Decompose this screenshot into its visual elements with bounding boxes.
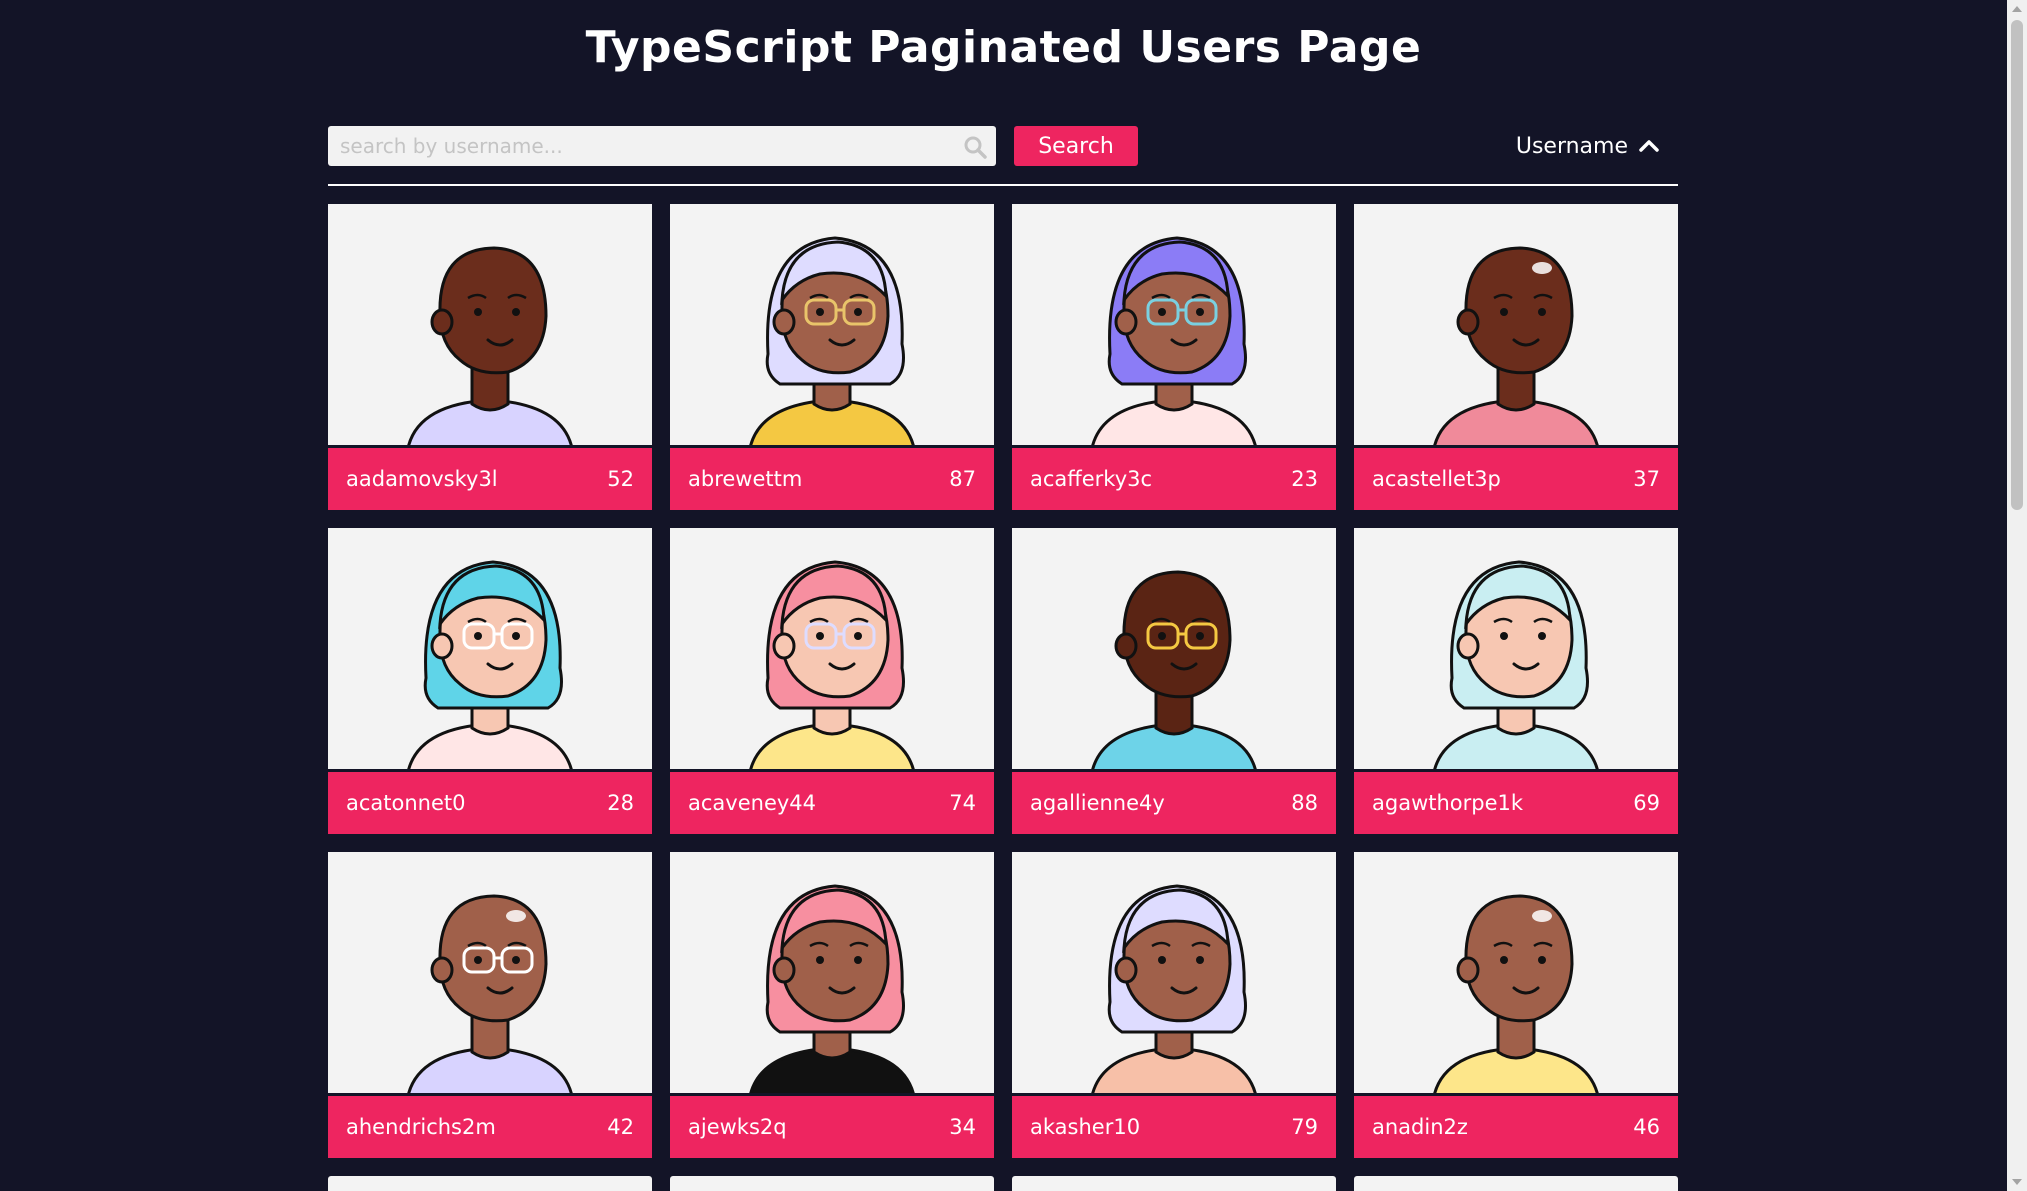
user-count: 46 [1633, 1115, 1660, 1139]
user-card[interactable]: akasher10 79 [1012, 852, 1336, 1158]
user-count: 37 [1633, 467, 1660, 491]
user-card[interactable]: acatonnet0 28 [328, 528, 652, 834]
username: acatonnet0 [346, 791, 466, 815]
user-card-footer: anadin2z 46 [1354, 1096, 1678, 1158]
user-count: 42 [607, 1115, 634, 1139]
card-partial[interactable] [328, 1176, 652, 1191]
card-partial[interactable] [1012, 1176, 1336, 1191]
user-card-footer: agallienne4y 88 [1012, 772, 1336, 834]
card-partial[interactable] [670, 1176, 994, 1191]
avatar-illustration [749, 560, 915, 769]
username: acafferky3c [1030, 467, 1153, 491]
username: anadin2z [1372, 1115, 1468, 1139]
avatar-illustration [1433, 894, 1599, 1093]
avatar-illustration [1091, 570, 1257, 769]
scroll-down-arrow[interactable] [2012, 1179, 2022, 1185]
user-card[interactable]: acastellet3p 37 [1354, 204, 1678, 510]
user-count: 74 [949, 791, 976, 815]
scroll-up-arrow[interactable] [2012, 6, 2022, 12]
user-count: 28 [607, 791, 634, 815]
user-card-footer: abrewettm 87 [670, 448, 994, 510]
avatar [1012, 852, 1336, 1096]
user-card-footer: agawthorpe1k 69 [1354, 772, 1678, 834]
user-card[interactable]: acafferky3c 23 [1012, 204, 1336, 510]
user-count: 87 [949, 467, 976, 491]
avatar [1012, 204, 1336, 448]
user-card-footer: acastellet3p 37 [1354, 448, 1678, 510]
username: aadamovsky3l [346, 467, 498, 491]
user-card[interactable]: aadamovsky3l 52 [328, 204, 652, 510]
user-grid: aadamovsky3l 52 abrewettm 87 acafferky3c 23 ac… [328, 204, 1678, 1158]
username: agallienne4y [1030, 791, 1165, 815]
username: ahendrichs2m [346, 1115, 496, 1139]
user-card[interactable]: agallienne4y 88 [1012, 528, 1336, 834]
user-count: 79 [1291, 1115, 1318, 1139]
user-card-footer: ahendrichs2m 42 [328, 1096, 652, 1158]
user-card[interactable]: ahendrichs2m 42 [328, 852, 652, 1158]
avatar-illustration [749, 884, 915, 1093]
card-partial[interactable] [1354, 1176, 1678, 1191]
search-field[interactable] [328, 126, 996, 166]
username: acastellet3p [1372, 467, 1501, 491]
page-title: TypeScript Paginated Users Page [585, 22, 1422, 73]
avatar-illustration [1433, 560, 1599, 769]
user-card[interactable]: abrewettm 87 [670, 204, 994, 510]
username: agawthorpe1k [1372, 791, 1524, 815]
avatar [328, 528, 652, 772]
avatar [1354, 204, 1678, 448]
search-icon[interactable] [962, 134, 988, 160]
user-count: 23 [1291, 467, 1318, 491]
toolbar: Search Username [328, 126, 1678, 186]
sort-toggle[interactable]: Username [1516, 126, 1660, 166]
user-card-footer: acafferky3c 23 [1012, 448, 1336, 510]
username: akasher10 [1030, 1115, 1141, 1139]
user-card-footer: ajewks2q 34 [670, 1096, 994, 1158]
user-count: 88 [1291, 791, 1318, 815]
chevron-up-icon [1639, 140, 1659, 152]
avatar [1012, 528, 1336, 772]
user-count: 34 [949, 1115, 976, 1139]
username: abrewettm [688, 467, 803, 491]
user-card-footer: acaveney44 74 [670, 772, 994, 834]
username: acaveney44 [688, 791, 817, 815]
search-button[interactable]: Search [1014, 126, 1138, 166]
avatar [1354, 852, 1678, 1096]
avatar [328, 204, 652, 448]
avatar [670, 528, 994, 772]
avatar-illustration [1091, 236, 1257, 445]
avatar-illustration [407, 894, 573, 1093]
avatar [670, 852, 994, 1096]
user-card[interactable]: agawthorpe1k 69 [1354, 528, 1678, 834]
search-input[interactable] [328, 126, 996, 166]
user-card-footer: acatonnet0 28 [328, 772, 652, 834]
avatar-illustration [749, 236, 915, 445]
scrollbar-thumb[interactable] [2011, 20, 2023, 510]
avatar-illustration [407, 560, 573, 769]
user-card-footer: akasher10 79 [1012, 1096, 1336, 1158]
user-count: 52 [607, 467, 634, 491]
user-card[interactable]: anadin2z 46 [1354, 852, 1678, 1158]
avatar-illustration [1091, 884, 1257, 1093]
avatar [1354, 528, 1678, 772]
user-card[interactable]: acaveney44 74 [670, 528, 994, 834]
avatar [328, 852, 652, 1096]
user-card-footer: aadamovsky3l 52 [328, 448, 652, 510]
username: ajewks2q [688, 1115, 787, 1139]
user-card[interactable]: ajewks2q 34 [670, 852, 994, 1158]
avatar [670, 204, 994, 448]
user-count: 69 [1633, 791, 1660, 815]
scrollbar[interactable] [2007, 0, 2027, 1191]
avatar-illustration [407, 246, 573, 445]
avatar-illustration [1433, 246, 1599, 445]
sort-label: Username [1515, 133, 1628, 159]
